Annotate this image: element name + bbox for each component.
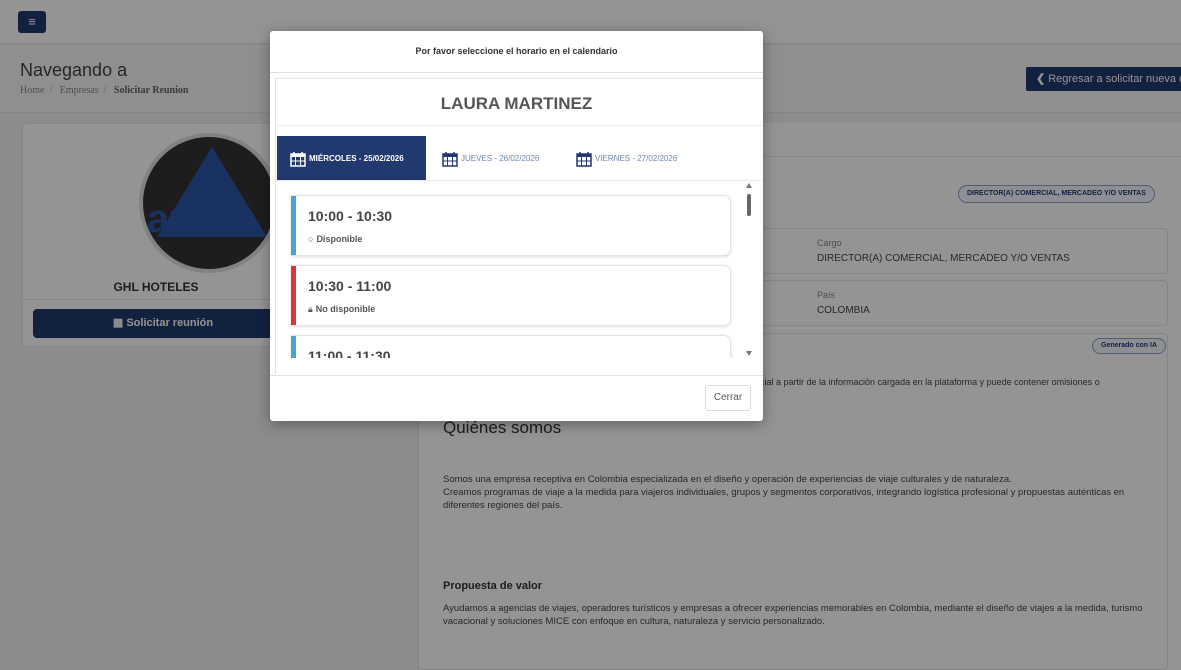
modal-header: Por favor seleccione el horario en el ca… xyxy=(270,31,763,73)
circle-icon: ○ xyxy=(308,234,314,244)
scroll-up-arrow-icon[interactable] xyxy=(746,183,752,188)
slot-status-bar xyxy=(291,336,296,358)
tab-jueves[interactable]: JUEVES - 26/02/2026 xyxy=(442,136,539,181)
calendar-icon xyxy=(442,151,458,167)
slot-status-bar xyxy=(291,196,296,255)
calendar-icon xyxy=(576,151,592,167)
slot-time: 10:00 - 10:30 xyxy=(308,208,393,224)
schedule-modal: Por favor seleccione el horario en el ca… xyxy=(270,31,763,421)
scroll-down-arrow-icon[interactable] xyxy=(746,351,752,356)
slot-time: 10:30 - 11:00 xyxy=(308,278,392,294)
slot-time: 11:00 - 11:30 xyxy=(308,348,391,358)
slot-status: ○ Disponible xyxy=(308,234,363,244)
slot-status-bar xyxy=(291,266,296,325)
time-slot-available[interactable]: 11:00 - 11:30 xyxy=(291,335,731,358)
name-divider xyxy=(275,125,763,126)
scroll-thumb[interactable] xyxy=(747,194,751,216)
modal-footer-divider xyxy=(270,375,763,376)
time-slot-available[interactable]: 10:00 - 10:30 ○ Disponible xyxy=(291,195,731,256)
tab-viernes[interactable]: VIERNES - 27/02/2026 xyxy=(576,136,677,181)
slot-status: 🔒︎ No disponible xyxy=(308,304,376,314)
lock-icon: 🔒︎ xyxy=(308,304,313,314)
close-button[interactable]: Cerrar xyxy=(705,385,751,411)
tab-miercoles[interactable]: MIÉRCOLES - 25/02/2026 xyxy=(277,136,426,181)
tab-divider xyxy=(275,180,763,181)
time-slot-unavailable: 10:30 - 11:00 🔒︎ No disponible xyxy=(291,265,731,326)
calendar-icon xyxy=(290,151,306,167)
time-slot-list: 10:00 - 10:30 ○ Disponible 10:30 - 11:00 … xyxy=(281,182,751,358)
person-name: LAURA MARTINEZ xyxy=(440,94,593,113)
slot-list-scrollbar[interactable] xyxy=(742,181,756,358)
